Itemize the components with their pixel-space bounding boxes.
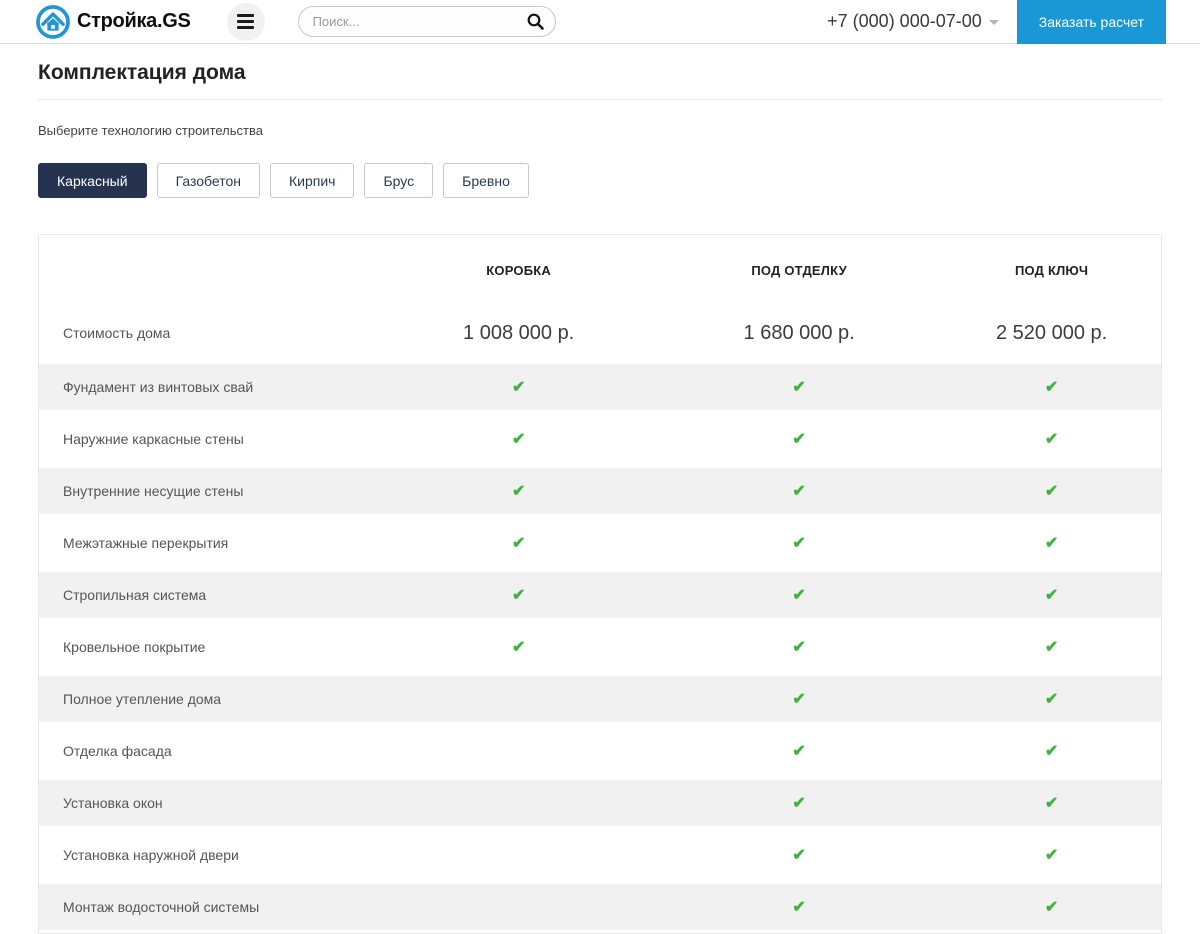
table-row: Наружние каркасные стены ✔ ✔ ✔ [39,413,1161,465]
technology-prompt: Выберите технологию строительства [38,123,1162,138]
check-icon: ✔ [942,741,1161,761]
row-label: Установка окон [39,795,381,811]
check-icon: ✔ [942,533,1161,553]
check-icon: ✔ [942,637,1161,657]
row-label: Стропильная система [39,587,381,603]
check-icon: ✔ [381,533,656,553]
column-header-pod-otdelku: ПОД ОТДЕЛКУ [656,263,942,278]
column-header-korobka: КОРОБКА [381,263,656,278]
check-icon: ✔ [656,429,942,449]
column-header-pod-klyuch: ПОД КЛЮЧ [942,263,1161,278]
feature-rows: Фундамент из винтовых свай ✔ ✔ ✔ Наружни… [39,361,1161,933]
search-input[interactable] [313,14,526,29]
check-icon: ✔ [942,377,1161,397]
hamburger-icon [237,14,254,17]
table-row: Кровельное покрытие ✔ ✔ ✔ [39,621,1161,673]
table-row: Монтаж водосточной системы ✔ ✔ [39,881,1161,933]
logo-text: Стройка.GS [77,10,191,33]
row-label: Фундамент из винтовых свай [39,379,381,395]
search-icon[interactable] [526,12,545,31]
technology-tab[interactable]: Каркасный [38,163,147,198]
check-icon: ✔ [381,637,656,657]
logo-house-icon [35,4,71,40]
check-icon: ✔ [942,689,1161,709]
row-label: Отделка фасада [39,743,381,759]
check-icon: ✔ [656,689,942,709]
check-icon: ✔ [942,793,1161,813]
table-row: Установка наружной двери ✔ ✔ [39,829,1161,881]
check-icon: ✔ [656,585,942,605]
row-label: Межэтажные перекрытия [39,535,381,551]
price-pod-klyuch: 2 520 000 р. [942,322,1161,345]
check-icon: ✔ [656,637,942,657]
chevron-down-icon [989,20,999,25]
row-label: Полное утепление дома [39,691,381,707]
price-pod-otdelku: 1 680 000 р. [656,322,942,345]
price-korobka: 1 008 000 р. [381,322,656,345]
search-box [298,6,556,37]
check-icon: ✔ [381,585,656,605]
hamburger-menu-button[interactable] [227,3,265,41]
table-row: Полное утепление дома ✔ ✔ [39,673,1161,725]
row-label: Наружние каркасные стены [39,431,381,447]
phone-dropdown[interactable]: +7 (000) 000-07-00 [827,11,999,32]
phone-number: +7 (000) 000-07-00 [827,11,982,32]
technology-tab[interactable]: Кирпич [270,163,354,198]
table-header-row: КОРОБКА ПОД ОТДЕЛКУ ПОД КЛЮЧ [39,235,1161,305]
main-content: Комплектация дома Выберите технологию ст… [0,61,1200,934]
row-label: Монтаж водосточной системы [39,899,381,915]
check-icon: ✔ [656,793,942,813]
check-icon: ✔ [656,897,942,917]
check-icon: ✔ [942,897,1161,917]
technology-tab[interactable]: Бревно [443,163,529,198]
check-icon: ✔ [656,533,942,553]
check-icon: ✔ [942,845,1161,865]
check-icon: ✔ [942,481,1161,501]
row-label: Установка наружной двери [39,847,381,863]
check-icon: ✔ [942,429,1161,449]
check-icon: ✔ [381,429,656,449]
table-row: Межэтажные перекрытия ✔ ✔ ✔ [39,517,1161,569]
table-row: Отделка фасада ✔ ✔ [39,725,1161,777]
row-label: Кровельное покрытие [39,639,381,655]
technology-tab[interactable]: Брус [364,163,433,198]
order-calculation-button[interactable]: Заказать расчет [1017,0,1166,44]
table-row: Установка окон ✔ ✔ [39,777,1161,829]
price-row-label: Стоимость дома [39,325,381,341]
table-row: Внутренние несущие стены ✔ ✔ ✔ [39,465,1161,517]
check-icon: ✔ [656,845,942,865]
technology-tabs: Каркасный Газобетон Кирпич Брус Бревно [38,163,1162,198]
page-title: Комплектация дома [38,61,1162,85]
package-comparison-table: КОРОБКА ПОД ОТДЕЛКУ ПОД КЛЮЧ Стоимость д… [38,234,1162,934]
price-row: Стоимость дома 1 008 000 р. 1 680 000 р.… [39,305,1161,361]
top-bar: Стройка.GS +7 (000) 000-07-00 Заказать р… [0,0,1200,44]
technology-tab[interactable]: Газобетон [157,163,260,198]
table-row: Фундамент из винтовых свай ✔ ✔ ✔ [39,361,1161,413]
logo[interactable]: Стройка.GS [35,4,191,40]
title-divider [38,99,1162,100]
check-icon: ✔ [656,741,942,761]
row-label: Внутренние несущие стены [39,483,381,499]
check-icon: ✔ [656,481,942,501]
check-icon: ✔ [942,585,1161,605]
check-icon: ✔ [381,481,656,501]
check-icon: ✔ [381,377,656,397]
table-row: Стропильная система ✔ ✔ ✔ [39,569,1161,621]
check-icon: ✔ [656,377,942,397]
